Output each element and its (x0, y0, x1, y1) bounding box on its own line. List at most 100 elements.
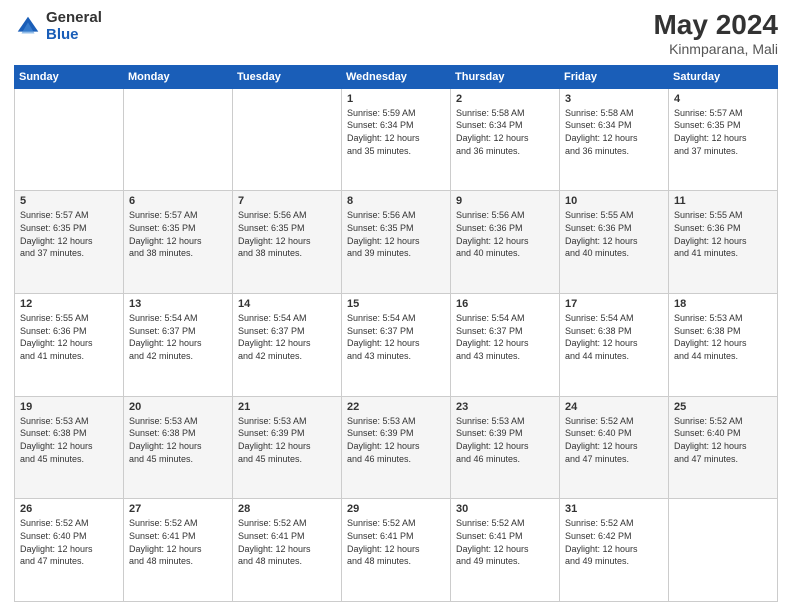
calendar-cell-w3-d5: 17 Sunrise: 5:54 AM Sunset: 6:38 PM Dayli… (560, 294, 669, 397)
day-info: Sunrise: 5:58 AM Sunset: 6:34 PM Dayligh… (456, 107, 554, 157)
day-number: 8 (347, 195, 445, 207)
week-row-1: 1Sunrise: 5:59 AM Sunset: 6:34 PM Daylig… (15, 88, 778, 191)
day-info: Sunrise: 5:54 AM Sunset: 6:37 PM Dayligh… (347, 312, 445, 362)
day-number: 6 (129, 195, 227, 207)
day-info: Sunrise: 5:56 AM Sunset: 6:35 PM Dayligh… (347, 209, 445, 259)
calendar-cell-w4-d4: 23Sunrise: 5:53 AM Sunset: 6:39 PM Dayli… (451, 396, 560, 499)
day-info: Sunrise: 5:55 AM Sunset: 6:36 PM Dayligh… (674, 209, 772, 259)
logo-general-text: General (46, 10, 102, 27)
day-number: 30 (456, 503, 554, 515)
calendar-cell-w5-d6 (669, 499, 778, 602)
calendar-cell-w1-d0 (15, 88, 124, 191)
day-number: 18 (674, 298, 772, 310)
logo-icon (14, 13, 42, 41)
calendar-cell-w4-d0: 19Sunrise: 5:53 AM Sunset: 6:38 PM Dayli… (15, 396, 124, 499)
day-number: 28 (238, 503, 336, 515)
day-info: Sunrise: 5:52 AM Sunset: 6:40 PM Dayligh… (20, 517, 118, 567)
calendar-cell-w1-d4: 2 Sunrise: 5:58 AM Sunset: 6:34 PM Daylig… (451, 88, 560, 191)
day-number: 16 (456, 298, 554, 310)
week-row-3: 12 Sunrise: 5:55 AM Sunset: 6:36 PM Dayli… (15, 294, 778, 397)
day-number: 3 (565, 93, 663, 105)
day-number: 20 (129, 401, 227, 413)
calendar-header-row: Sunday Monday Tuesday Wednesday Thursday… (15, 65, 778, 88)
day-info: Sunrise: 5:57 AM Sunset: 6:35 PM Dayligh… (20, 209, 118, 259)
logo-blue-text: Blue (46, 27, 102, 44)
main-title: May 2024 (653, 10, 778, 41)
day-info: Sunrise: 5:53 AM Sunset: 6:38 PM Dayligh… (20, 415, 118, 465)
page: General Blue May 2024 Kinmparana, Mali S… (0, 0, 792, 612)
day-number: 10 (565, 195, 663, 207)
day-info: Sunrise: 5:53 AM Sunset: 6:38 PM Dayligh… (129, 415, 227, 465)
day-number: 13 (129, 298, 227, 310)
calendar-cell-w5-d4: 30 Sunrise: 5:52 AM Sunset: 6:41 PM Dayli… (451, 499, 560, 602)
day-number: 7 (238, 195, 336, 207)
calendar-table: Sunday Monday Tuesday Wednesday Thursday… (14, 65, 778, 602)
logo: General Blue (14, 10, 102, 43)
calendar-cell-w5-d2: 28Sunrise: 5:52 AM Sunset: 6:41 PM Dayli… (233, 499, 342, 602)
day-number: 12 (20, 298, 118, 310)
calendar-cell-w3-d6: 18 Sunrise: 5:53 AM Sunset: 6:38 PM Dayli… (669, 294, 778, 397)
calendar-cell-w2-d5: 10 Sunrise: 5:55 AM Sunset: 6:36 PM Dayli… (560, 191, 669, 294)
day-number: 25 (674, 401, 772, 413)
calendar-cell-w3-d3: 15 Sunrise: 5:54 AM Sunset: 6:37 PM Dayli… (342, 294, 451, 397)
calendar-cell-w4-d5: 24Sunrise: 5:52 AM Sunset: 6:40 PM Dayli… (560, 396, 669, 499)
calendar-cell-w2-d0: 5Sunrise: 5:57 AM Sunset: 6:35 PM Daylig… (15, 191, 124, 294)
day-number: 26 (20, 503, 118, 515)
calendar-cell-w4-d6: 25Sunrise: 5:52 AM Sunset: 6:40 PM Dayli… (669, 396, 778, 499)
calendar-cell-w1-d1 (124, 88, 233, 191)
calendar-cell-w1-d3: 1Sunrise: 5:59 AM Sunset: 6:34 PM Daylig… (342, 88, 451, 191)
day-info: Sunrise: 5:53 AM Sunset: 6:39 PM Dayligh… (347, 415, 445, 465)
day-info: Sunrise: 5:52 AM Sunset: 6:41 PM Dayligh… (129, 517, 227, 567)
day-number: 14 (238, 298, 336, 310)
calendar-cell-w3-d0: 12 Sunrise: 5:55 AM Sunset: 6:36 PM Dayli… (15, 294, 124, 397)
calendar-cell-w3-d2: 14 Sunrise: 5:54 AM Sunset: 6:37 PM Dayli… (233, 294, 342, 397)
calendar-cell-w4-d1: 20 Sunrise: 5:53 AM Sunset: 6:38 PM Dayli… (124, 396, 233, 499)
day-number: 15 (347, 298, 445, 310)
day-info: Sunrise: 5:54 AM Sunset: 6:37 PM Dayligh… (129, 312, 227, 362)
calendar-cell-w5-d1: 27 Sunrise: 5:52 AM Sunset: 6:41 PM Dayli… (124, 499, 233, 602)
day-number: 17 (565, 298, 663, 310)
day-info: Sunrise: 5:56 AM Sunset: 6:36 PM Dayligh… (456, 209, 554, 259)
col-sunday: Sunday (15, 65, 124, 88)
col-thursday: Thursday (451, 65, 560, 88)
calendar-cell-w1-d2 (233, 88, 342, 191)
week-row-5: 26 Sunrise: 5:52 AM Sunset: 6:40 PM Dayli… (15, 499, 778, 602)
day-info: Sunrise: 5:52 AM Sunset: 6:42 PM Dayligh… (565, 517, 663, 567)
calendar-cell-w5-d5: 31Sunrise: 5:52 AM Sunset: 6:42 PM Dayli… (560, 499, 669, 602)
day-info: Sunrise: 5:57 AM Sunset: 6:35 PM Dayligh… (674, 107, 772, 157)
col-friday: Friday (560, 65, 669, 88)
calendar-cell-w2-d3: 8 Sunrise: 5:56 AM Sunset: 6:35 PM Daylig… (342, 191, 451, 294)
calendar-cell-w3-d1: 13 Sunrise: 5:54 AM Sunset: 6:37 PM Dayli… (124, 294, 233, 397)
day-info: Sunrise: 5:52 AM Sunset: 6:41 PM Dayligh… (456, 517, 554, 567)
day-info: Sunrise: 5:57 AM Sunset: 6:35 PM Dayligh… (129, 209, 227, 259)
day-info: Sunrise: 5:58 AM Sunset: 6:34 PM Dayligh… (565, 107, 663, 157)
calendar-cell-w1-d6: 4Sunrise: 5:57 AM Sunset: 6:35 PM Daylig… (669, 88, 778, 191)
day-number: 9 (456, 195, 554, 207)
day-info: Sunrise: 5:55 AM Sunset: 6:36 PM Dayligh… (20, 312, 118, 362)
day-info: Sunrise: 5:53 AM Sunset: 6:38 PM Dayligh… (674, 312, 772, 362)
day-number: 11 (674, 195, 772, 207)
day-number: 2 (456, 93, 554, 105)
calendar-cell-w2-d4: 9 Sunrise: 5:56 AM Sunset: 6:36 PM Daylig… (451, 191, 560, 294)
title-block: May 2024 Kinmparana, Mali (653, 10, 778, 57)
week-row-2: 5Sunrise: 5:57 AM Sunset: 6:35 PM Daylig… (15, 191, 778, 294)
day-info: Sunrise: 5:55 AM Sunset: 6:36 PM Dayligh… (565, 209, 663, 259)
day-number: 27 (129, 503, 227, 515)
col-tuesday: Tuesday (233, 65, 342, 88)
day-number: 29 (347, 503, 445, 515)
day-number: 24 (565, 401, 663, 413)
calendar-cell-w2-d6: 11 Sunrise: 5:55 AM Sunset: 6:36 PM Dayli… (669, 191, 778, 294)
col-monday: Monday (124, 65, 233, 88)
calendar-cell-w5-d3: 29Sunrise: 5:52 AM Sunset: 6:41 PM Dayli… (342, 499, 451, 602)
header: General Blue May 2024 Kinmparana, Mali (14, 10, 778, 57)
week-row-4: 19Sunrise: 5:53 AM Sunset: 6:38 PM Dayli… (15, 396, 778, 499)
calendar-cell-w4-d3: 22 Sunrise: 5:53 AM Sunset: 6:39 PM Dayli… (342, 396, 451, 499)
day-info: Sunrise: 5:54 AM Sunset: 6:38 PM Dayligh… (565, 312, 663, 362)
calendar-cell-w2-d1: 6 Sunrise: 5:57 AM Sunset: 6:35 PM Daylig… (124, 191, 233, 294)
day-info: Sunrise: 5:54 AM Sunset: 6:37 PM Dayligh… (238, 312, 336, 362)
calendar-cell-w1-d5: 3 Sunrise: 5:58 AM Sunset: 6:34 PM Daylig… (560, 88, 669, 191)
day-info: Sunrise: 5:54 AM Sunset: 6:37 PM Dayligh… (456, 312, 554, 362)
day-number: 1 (347, 93, 445, 105)
day-number: 22 (347, 401, 445, 413)
calendar-cell-w4-d2: 21Sunrise: 5:53 AM Sunset: 6:39 PM Dayli… (233, 396, 342, 499)
